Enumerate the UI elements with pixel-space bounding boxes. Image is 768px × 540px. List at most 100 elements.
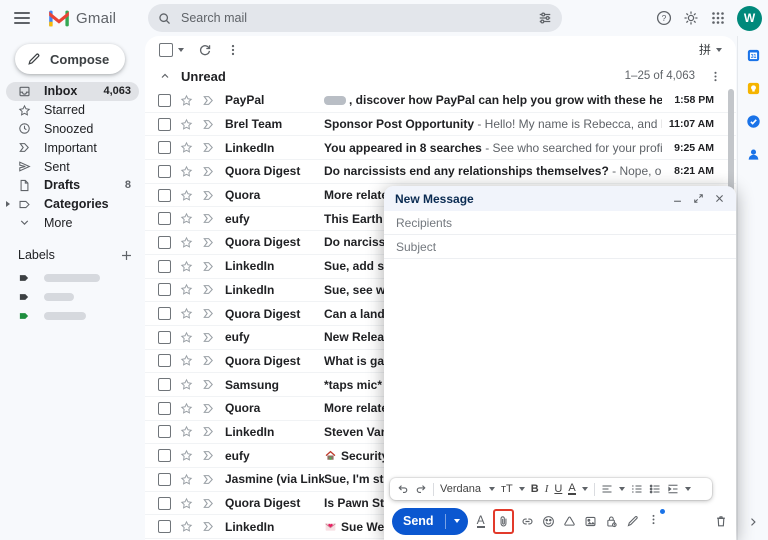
label-item[interactable] <box>6 287 139 306</box>
row-checkbox[interactable] <box>158 117 171 131</box>
star-icon[interactable] <box>180 118 193 131</box>
sidebar-item-inbox[interactable]: Inbox 4,063 <box>6 82 139 101</box>
star-icon[interactable] <box>180 260 193 273</box>
insert-link-icon[interactable] <box>519 513 536 530</box>
row-checkbox[interactable] <box>158 425 171 439</box>
email-row[interactable]: LinkedIn You appeared in 8 searches - Se… <box>145 136 736 161</box>
importance-marker-icon[interactable] <box>202 497 215 510</box>
undo-icon[interactable] <box>397 483 409 495</box>
expander-icon[interactable] <box>6 201 10 208</box>
row-checkbox[interactable] <box>158 330 171 344</box>
label-item[interactable] <box>6 268 139 287</box>
star-icon[interactable] <box>180 283 193 296</box>
minimize-icon[interactable] <box>672 193 683 204</box>
tasks-icon[interactable] <box>746 114 761 129</box>
email-row[interactable]: Quora Digest Do narcissists end any rela… <box>145 160 736 184</box>
underline-button[interactable]: U <box>554 483 562 495</box>
help-icon[interactable]: ? <box>656 10 672 26</box>
sidebar-item-important[interactable]: Important <box>6 138 139 157</box>
main-menu-icon[interactable] <box>14 12 30 24</box>
keep-icon[interactable] <box>746 81 761 96</box>
search-bar[interactable]: Search mail <box>148 4 562 32</box>
search-input[interactable]: Search mail <box>181 11 538 25</box>
account-avatar[interactable]: W <box>737 5 762 31</box>
insert-drive-icon[interactable] <box>561 513 578 530</box>
row-checkbox[interactable] <box>158 164 171 178</box>
row-checkbox[interactable] <box>158 212 171 226</box>
sidebar-item-more[interactable]: More <box>6 214 139 233</box>
font-size-select[interactable]: тT <box>501 483 513 495</box>
importance-marker-icon[interactable] <box>202 141 215 154</box>
align-icon[interactable] <box>601 483 613 495</box>
insert-signature-icon[interactable] <box>624 513 641 530</box>
more-formatting-dropdown-icon[interactable] <box>684 487 691 491</box>
star-icon[interactable] <box>180 212 193 225</box>
sidebar-item-drafts[interactable]: Drafts 8 <box>6 176 139 195</box>
bold-button[interactable]: B <box>531 483 539 495</box>
message-body[interactable] <box>384 258 736 470</box>
row-checkbox[interactable] <box>158 259 171 273</box>
star-icon[interactable] <box>180 189 193 202</box>
row-checkbox[interactable] <box>158 141 171 155</box>
importance-marker-icon[interactable] <box>202 331 215 344</box>
calendar-icon[interactable]: 31 <box>746 48 761 63</box>
align-dropdown-icon[interactable] <box>618 487 625 491</box>
email-row[interactable]: PayPal , discover how PayPal can help yo… <box>145 89 736 113</box>
font-dropdown-icon[interactable] <box>488 487 495 491</box>
attach-file-icon[interactable] <box>497 514 510 529</box>
numbered-list-icon[interactable] <box>631 483 643 495</box>
close-icon[interactable] <box>714 193 725 204</box>
text-color-button[interactable]: A <box>568 483 576 495</box>
star-icon[interactable] <box>180 354 193 367</box>
row-checkbox[interactable] <box>158 235 171 249</box>
importance-marker-icon[interactable] <box>202 165 215 178</box>
importance-marker-icon[interactable] <box>202 94 215 107</box>
row-checkbox[interactable] <box>158 307 171 321</box>
redo-icon[interactable] <box>415 483 427 495</box>
confidential-mode-icon[interactable] <box>603 513 620 530</box>
star-icon[interactable] <box>180 378 193 391</box>
importance-marker-icon[interactable] <box>202 118 215 131</box>
star-icon[interactable] <box>180 473 193 486</box>
bulleted-list-icon[interactable] <box>649 483 661 495</box>
sidebar-item-starred[interactable]: Starred <box>6 101 139 120</box>
importance-marker-icon[interactable] <box>202 354 215 367</box>
subject-field[interactable]: Subject <box>384 235 736 259</box>
row-checkbox[interactable] <box>158 520 171 534</box>
importance-marker-icon[interactable] <box>202 283 215 296</box>
select-all-checkbox[interactable] <box>159 42 173 57</box>
sidebar-item-categories[interactable]: Categories <box>6 195 139 214</box>
input-tools-button[interactable]: 拼 <box>699 41 722 58</box>
google-apps-grid-icon[interactable] <box>710 10 726 26</box>
row-checkbox[interactable] <box>158 496 171 510</box>
show-side-panel-chevron-icon[interactable] <box>747 516 759 528</box>
recipients-field[interactable]: Recipients <box>384 211 736 235</box>
send-button[interactable]: Send <box>392 514 445 528</box>
importance-marker-icon[interactable] <box>202 378 215 391</box>
row-checkbox[interactable] <box>158 188 171 202</box>
more-options-icon[interactable] <box>645 511 662 528</box>
star-icon[interactable] <box>180 331 193 344</box>
row-checkbox[interactable] <box>158 401 171 415</box>
importance-marker-icon[interactable] <box>202 520 215 533</box>
label-item[interactable] <box>6 306 139 325</box>
send-options-dropdown[interactable] <box>446 519 468 523</box>
importance-marker-icon[interactable] <box>202 260 215 273</box>
star-icon[interactable] <box>180 449 193 462</box>
search-options-icon[interactable] <box>538 11 552 25</box>
indent-icon[interactable] <box>667 483 679 495</box>
more-vert-icon[interactable] <box>226 43 240 57</box>
sidebar-item-snoozed[interactable]: Snoozed <box>6 120 139 139</box>
create-label-plus-icon[interactable] <box>120 249 133 262</box>
italic-button[interactable]: I <box>545 483 549 495</box>
pop-out-icon[interactable] <box>693 193 704 204</box>
star-icon[interactable] <box>180 165 193 178</box>
importance-marker-icon[interactable] <box>202 236 215 249</box>
size-dropdown-icon[interactable] <box>518 487 525 491</box>
row-checkbox[interactable] <box>158 93 171 107</box>
row-checkbox[interactable] <box>158 449 171 463</box>
insert-emoji-icon[interactable] <box>540 513 557 530</box>
collapse-section-icon[interactable] <box>159 70 171 82</box>
row-checkbox[interactable] <box>158 472 171 486</box>
importance-marker-icon[interactable] <box>202 449 215 462</box>
